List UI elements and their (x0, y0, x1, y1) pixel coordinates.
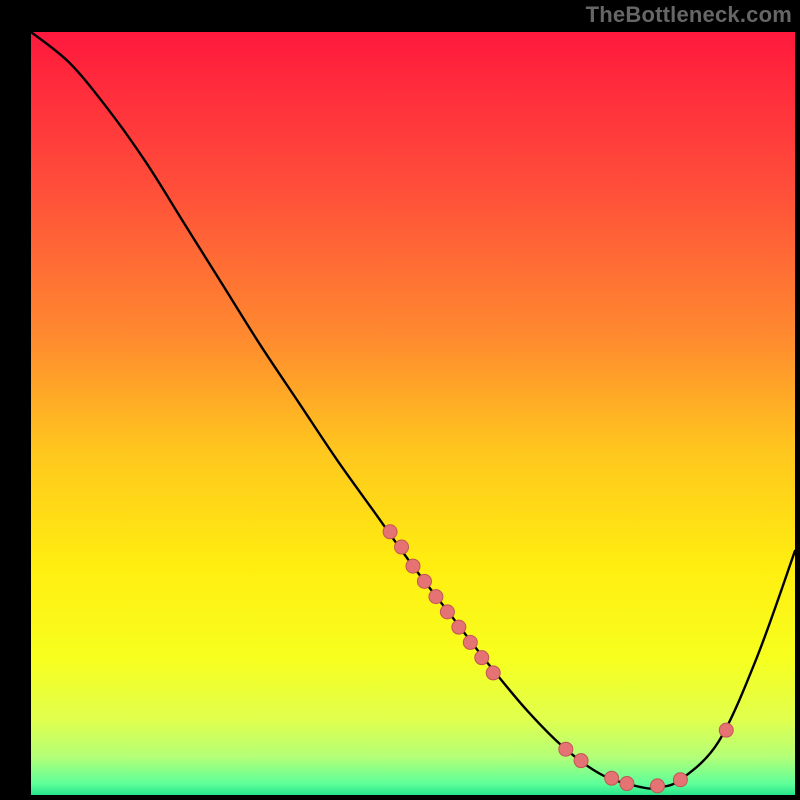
data-point (395, 540, 409, 554)
bottleneck-curve-chart (0, 0, 800, 800)
data-point (406, 559, 420, 573)
plot-background (31, 32, 795, 795)
data-point (440, 605, 454, 619)
attribution-text: TheBottleneck.com (586, 2, 792, 28)
data-point (475, 651, 489, 665)
data-point (620, 777, 634, 791)
data-point (719, 723, 733, 737)
data-point (486, 666, 500, 680)
data-point (673, 773, 687, 787)
data-point (417, 574, 431, 588)
data-point (559, 742, 573, 756)
data-point (452, 620, 466, 634)
data-point (605, 771, 619, 785)
data-point (429, 590, 443, 604)
data-point (383, 525, 397, 539)
chart-container: TheBottleneck.com (0, 0, 800, 800)
data-point (650, 779, 664, 793)
data-point (463, 635, 477, 649)
data-point (574, 754, 588, 768)
